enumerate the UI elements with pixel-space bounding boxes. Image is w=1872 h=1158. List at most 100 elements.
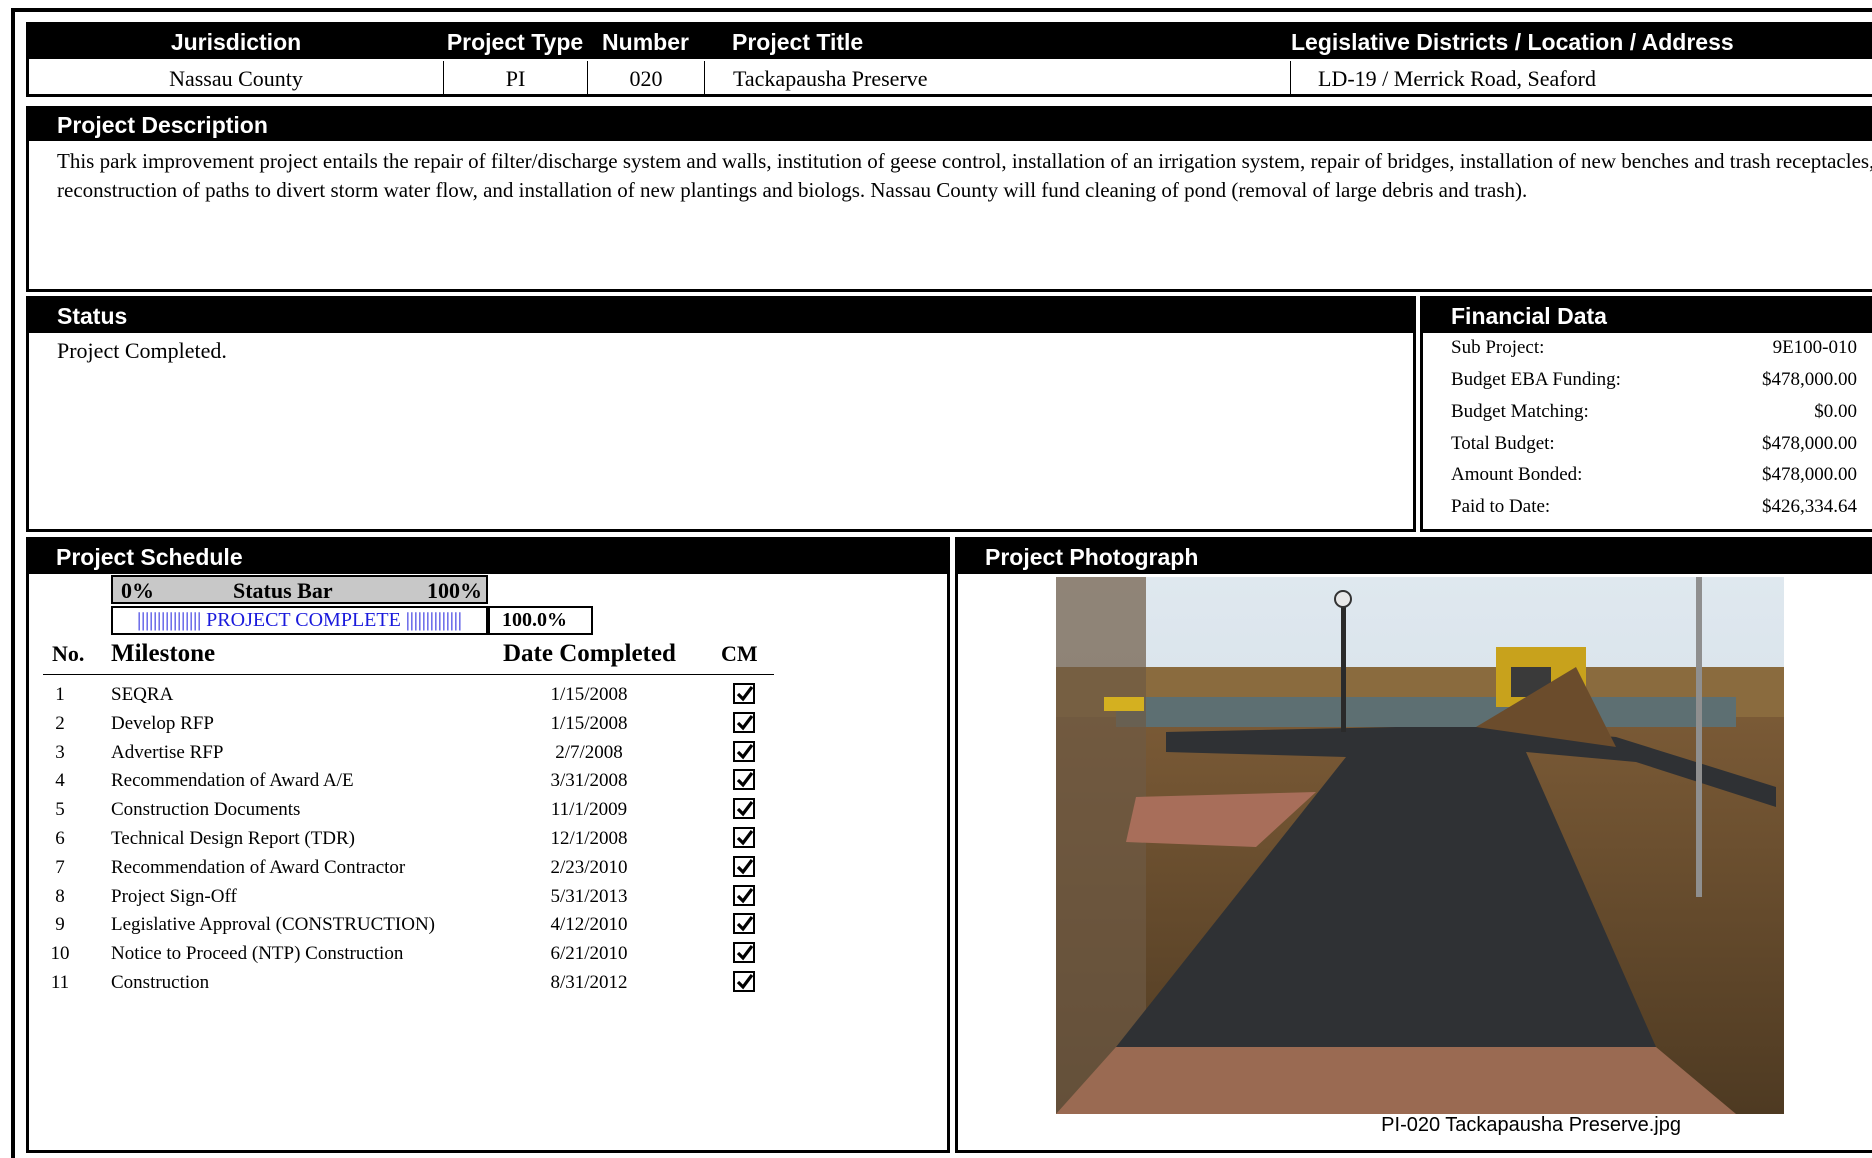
fin-row-budget-eba: Budget EBA Funding: $478,000.00: [1451, 367, 1857, 393]
milestone-row: 8 Project Sign-Off 5/31/2013: [29, 883, 789, 911]
project-description-text: This park improvement project entails th…: [57, 149, 1872, 202]
fin-value: $478,000.00: [1762, 369, 1857, 390]
milestone-name: Recommendation of Award A/E: [111, 770, 354, 792]
cm-checkbox[interactable]: [733, 942, 755, 964]
milestone-date: 5/31/2013: [550, 885, 628, 907]
header-project-type: Project Type: [446, 29, 584, 55]
milestone-name: Legislative Approval (CONSTRUCTION): [111, 914, 436, 936]
header-location: Legislative Districts / Location / Addre…: [1291, 29, 1734, 55]
fin-value: $478,000.00: [1762, 433, 1857, 454]
fin-value: $0.00: [1814, 401, 1857, 422]
fin-row-sub-project: Sub Project: 9E100-010: [1451, 335, 1857, 361]
project-description-panel: Project Description This park improvemen…: [26, 106, 1872, 292]
project-description-title: Project Description: [29, 109, 1872, 141]
checkmark-icon: [736, 686, 754, 702]
milestone-name: Develop RFP: [111, 712, 214, 734]
milestone-row: 7 Recommendation of Award Contractor 2/23/…: [29, 854, 789, 882]
cm-checkbox[interactable]: [733, 711, 755, 733]
project-schedule-panel: Project Schedule 0% Status Bar 100% ||||…: [26, 537, 950, 1153]
milestone-number: 7: [55, 856, 65, 878]
jurisdiction-value: Nassau County: [169, 66, 303, 91]
cm-checkbox[interactable]: [733, 827, 755, 848]
fin-label: Budget Matching:: [1451, 401, 1589, 422]
status-bar-percent: 100.0%: [488, 606, 593, 635]
photo-caption: PI-020 Tackapausha Preserve.jpg: [1381, 1114, 1681, 1136]
fin-value: $478,000.00: [1762, 464, 1857, 485]
milestone-number: 9: [55, 914, 65, 936]
milestone-date: 2/23/2010: [550, 856, 628, 878]
fin-row-paid-to-date: Paid to Date: $426,334.64: [1451, 494, 1857, 520]
status-panel: Status Project Completed.: [26, 296, 1416, 532]
milestone-date: 12/1/2008: [550, 828, 628, 849]
milestone-number: 3: [55, 741, 65, 763]
cm-checkbox[interactable]: [733, 884, 755, 906]
checkmark-icon: [736, 801, 754, 817]
fin-label: Total Budget:: [1451, 433, 1555, 454]
project-schedule-title: Project Schedule: [29, 540, 947, 574]
milestone-row: 6 Technical Design Report (TDR) 12/1/2008: [29, 825, 789, 853]
col-header-milestone: Milestone: [111, 640, 216, 667]
status-title: Status: [29, 299, 1413, 333]
fin-value: $426,334.64: [1762, 496, 1857, 517]
milestone-row: 3 Advertise RFP 2/7/2008: [29, 739, 789, 767]
fin-row-amount-bonded: Amount Bonded: $478,000.00: [1451, 462, 1857, 488]
milestone-number: 1: [55, 684, 65, 705]
project-info-table: Jurisdiction Project Type Number Project…: [26, 22, 1872, 97]
milestone-date: 6/21/2010: [550, 943, 628, 965]
milestone-number: 6: [55, 828, 65, 849]
milestone-name: Notice to Proceed (NTP) Construction: [111, 943, 404, 965]
col-header-no: No.: [52, 641, 85, 666]
project-photograph-panel: Project Photograph PI-020 Tackapausha Pr…: [955, 537, 1872, 1153]
fin-row-total-budget: Total Budget: $478,000.00: [1451, 431, 1857, 457]
milestone-number: 10: [50, 943, 70, 965]
project-photo-image: [1056, 577, 1784, 1114]
status-text: Project Completed.: [57, 338, 227, 363]
checkmark-icon: [736, 743, 754, 760]
milestone-date: 8/31/2012: [550, 972, 628, 993]
milestone-name: Technical Design Report (TDR): [111, 828, 356, 849]
checkmark-icon: [736, 945, 754, 961]
milestone-name: SEQRA: [111, 684, 174, 705]
cm-checkbox[interactable]: [733, 683, 755, 704]
checkmark-icon: [736, 830, 754, 846]
cm-checkbox[interactable]: [733, 971, 755, 992]
fin-value: 9E100-010: [1772, 337, 1857, 358]
milestone-date: 3/31/2008: [550, 770, 628, 792]
cm-checkbox[interactable]: [733, 913, 755, 935]
cm-checkbox[interactable]: [733, 740, 755, 762]
milestone-date: 2/7/2008: [555, 741, 623, 763]
status-bar-min-label: 0%: [121, 578, 154, 603]
cm-checkbox[interactable]: [733, 769, 755, 791]
milestone-number: 8: [55, 885, 65, 907]
location-value: LD-19 / Merrick Road, Seaford: [1290, 61, 1872, 97]
milestone-row: 5 Construction Documents 11/1/2009: [29, 796, 789, 824]
milestone-number: 4: [55, 770, 65, 792]
milestone-date: 1/15/2008: [550, 712, 628, 734]
milestone-name: Recommendation of Award Contractor: [111, 856, 406, 878]
status-bar-title: Status Bar: [233, 578, 333, 603]
milestone-name: Construction: [111, 972, 210, 993]
milestone-number: 5: [55, 799, 65, 821]
header-project-title: Project Title: [732, 29, 864, 55]
schedule-header-divider: [43, 674, 774, 675]
milestone-name: Advertise RFP: [111, 741, 224, 763]
status-bar-scale: 0% Status Bar 100%: [111, 575, 488, 604]
financial-data-panel: Financial Data Sub Project: 9E100-010 Bu…: [1420, 296, 1872, 532]
milestone-row: 10 Notice to Proceed (NTP) Construction 6/…: [29, 940, 789, 968]
header-number: Number: [602, 29, 689, 55]
fin-label: Sub Project:: [1451, 337, 1545, 358]
cm-checkbox[interactable]: [733, 798, 755, 820]
milestone-date: 11/1/2009: [550, 799, 628, 821]
milestone-row: 2 Develop RFP 1/15/2008: [29, 710, 789, 738]
financial-data-title: Financial Data: [1423, 299, 1872, 333]
status-bar-max-label: 100%: [427, 578, 482, 603]
milestone-row: 1 SEQRA 1/15/2008: [29, 681, 789, 709]
col-header-date-completed: Date Completed: [503, 640, 676, 667]
project-title-value: Tackapausha Preserve: [704, 61, 1290, 97]
cm-checkbox[interactable]: [733, 855, 755, 877]
checkmark-icon: [736, 974, 754, 990]
info-header-row: Jurisdiction Project Type Number Project…: [29, 25, 1872, 59]
milestone-name: Construction Documents: [111, 799, 301, 821]
fin-label: Paid to Date:: [1451, 496, 1551, 517]
milestone-name: Project Sign-Off: [111, 885, 237, 907]
